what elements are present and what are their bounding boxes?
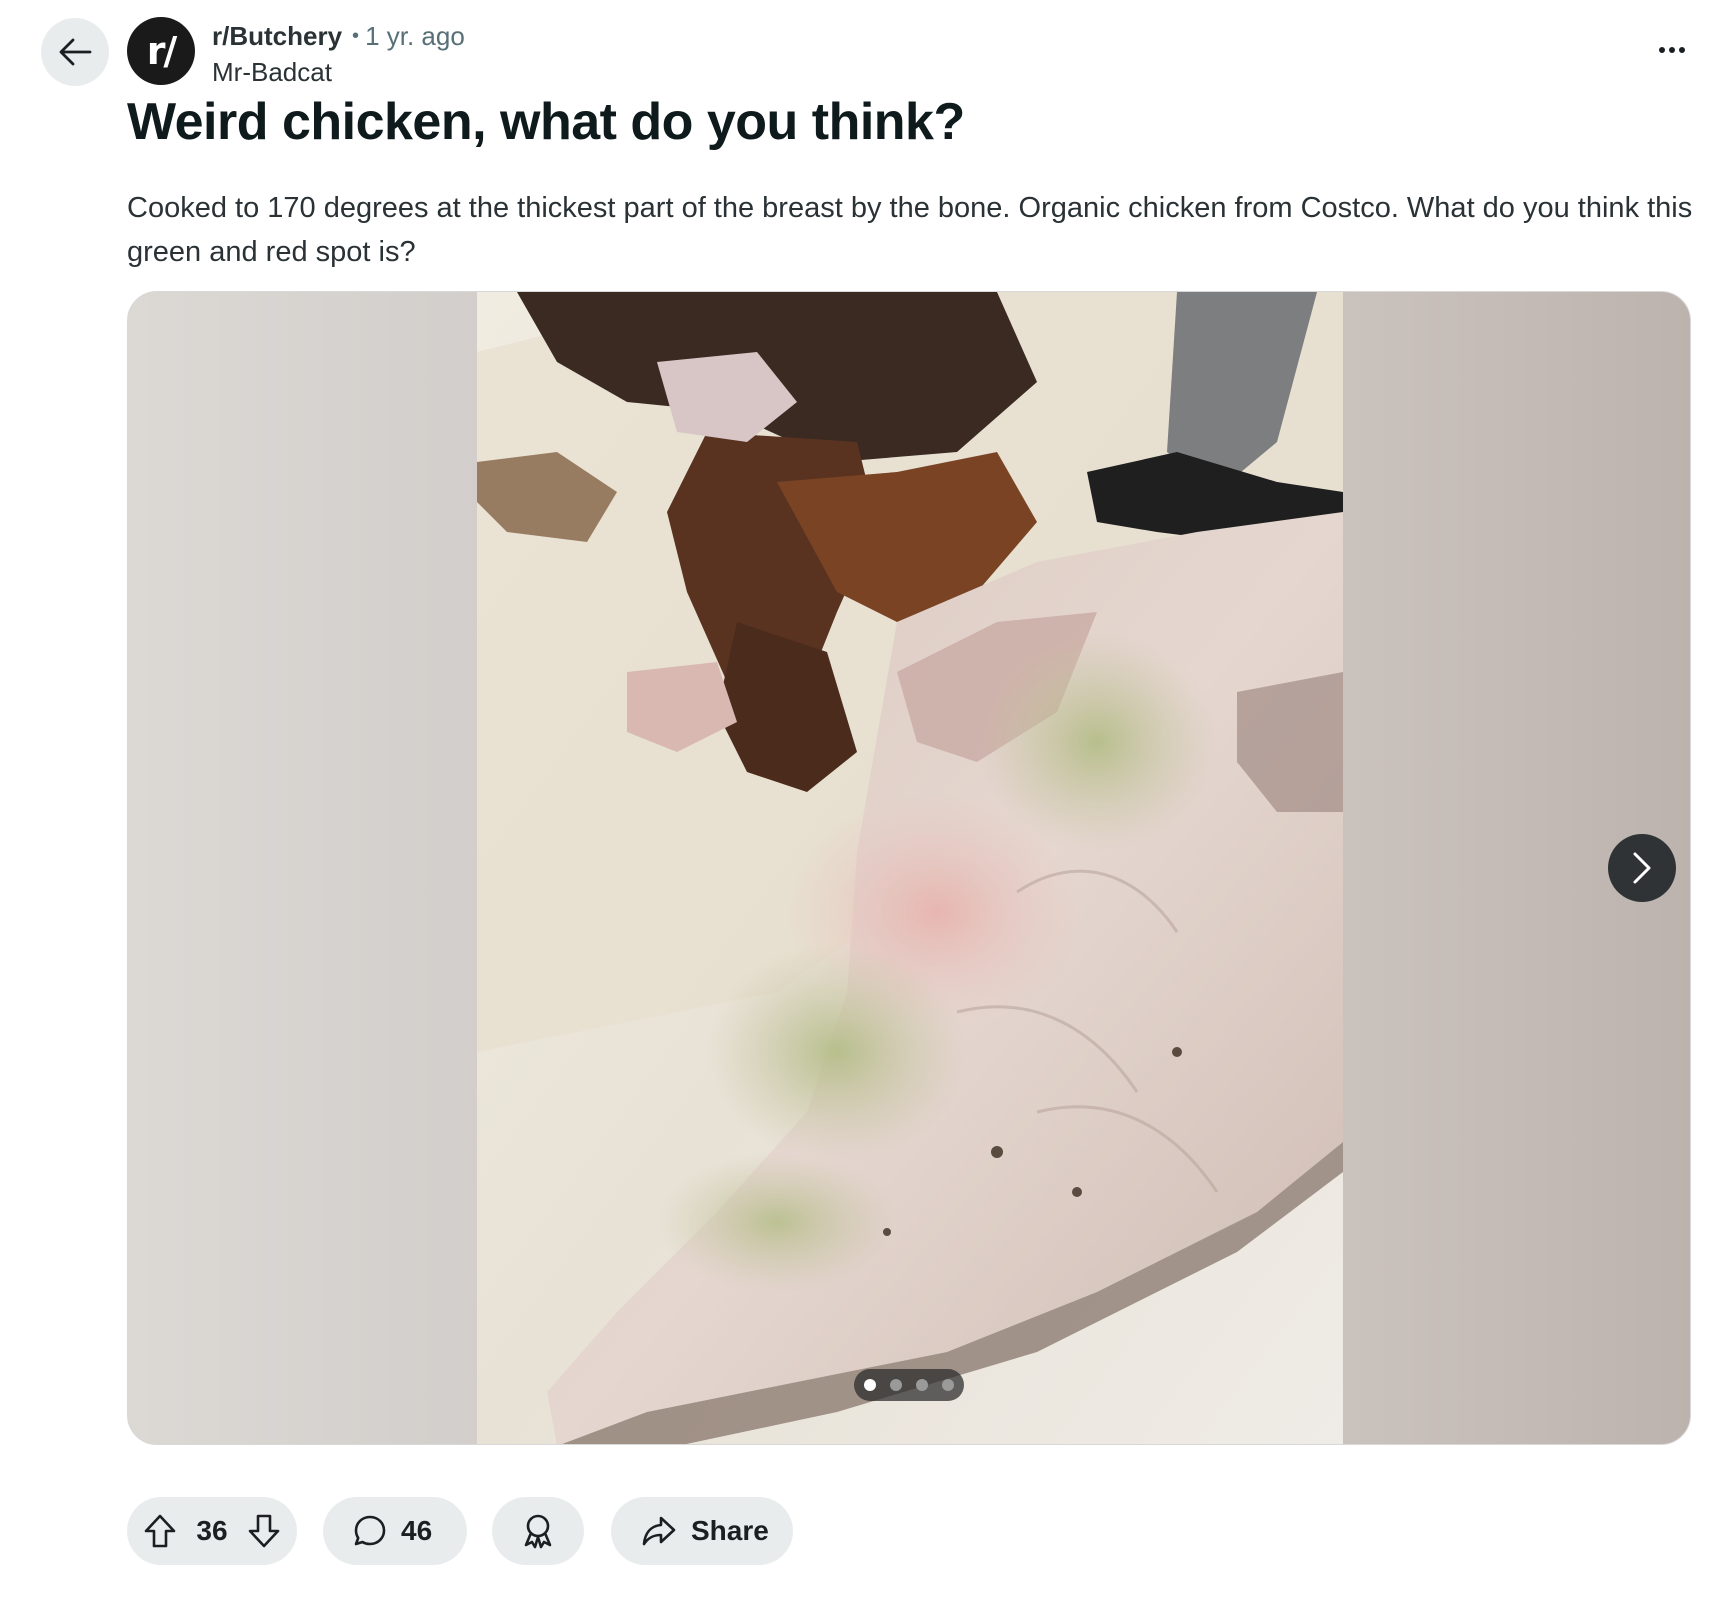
author-link[interactable]: Mr-Badcat xyxy=(212,56,465,88)
share-icon xyxy=(641,1515,677,1547)
comments-button[interactable]: 46 xyxy=(323,1497,467,1565)
comment-icon xyxy=(353,1514,387,1548)
image-carousel[interactable] xyxy=(127,291,1691,1445)
overflow-menu-icon[interactable] xyxy=(1650,35,1694,65)
subreddit-link[interactable]: r/Butchery xyxy=(212,21,342,52)
next-image-button[interactable] xyxy=(1608,834,1676,902)
upvote-icon[interactable] xyxy=(143,1513,177,1549)
vote-count: 36 xyxy=(196,1515,228,1546)
carousel-pagination xyxy=(854,1369,964,1401)
post-body: Cooked to 170 degrees at the thickest pa… xyxy=(127,192,1693,268)
pager-dot-4[interactable] xyxy=(942,1379,954,1391)
post-age: 1 yr. ago xyxy=(365,20,465,51)
pager-dot-1[interactable] xyxy=(864,1379,876,1391)
subreddit-avatar[interactable]: r/ xyxy=(127,17,195,85)
post-image[interactable] xyxy=(477,292,1343,1445)
downvote-icon[interactable] xyxy=(247,1513,281,1549)
pager-dot-2[interactable] xyxy=(890,1379,902,1391)
post-meta: r/Butchery • 1 yr. ago Mr-Badcat xyxy=(212,20,465,88)
vote-control: 36 xyxy=(127,1497,297,1565)
post-page: r/ r/Butchery • 1 yr. ago Mr-Badcat Weir… xyxy=(0,0,1732,1600)
pager-dot-3[interactable] xyxy=(916,1379,928,1391)
comment-count: 46 xyxy=(401,1515,433,1546)
back-arrow-icon xyxy=(59,38,92,66)
share-label: Share xyxy=(691,1515,769,1546)
back-button[interactable] xyxy=(41,18,109,86)
award-icon xyxy=(522,1513,554,1549)
post-title: Weird chicken, what do you think? xyxy=(127,93,965,151)
share-button[interactable]: Share xyxy=(611,1497,793,1565)
award-button[interactable] xyxy=(492,1497,584,1565)
chevron-right-icon xyxy=(1633,852,1651,884)
meta-separator: • xyxy=(352,24,360,47)
